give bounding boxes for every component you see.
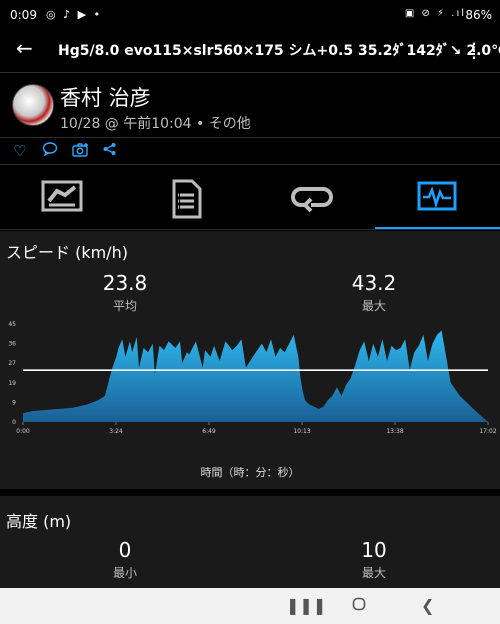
speed-section-title: スピード (km/h) bbox=[6, 243, 128, 262]
tab-charts[interactable] bbox=[375, 165, 500, 229]
recents-icon[interactable]: ❚❚❚ bbox=[286, 596, 326, 615]
y-tick-label: 9 bbox=[12, 399, 16, 406]
x-tick-label: 17:02 bbox=[479, 428, 496, 435]
y-tick-label: 19 bbox=[8, 380, 16, 387]
tab-details[interactable] bbox=[125, 165, 250, 229]
x-tick-label: 10:13 bbox=[293, 428, 310, 435]
tab-summary[interactable] bbox=[0, 165, 125, 229]
system-icons: ▣ ⊘ ⚡ .ıl bbox=[404, 8, 466, 19]
divider bbox=[0, 229, 500, 230]
altitude-min: 0 最小 bbox=[50, 538, 200, 581]
speed-avg-label: 平均 bbox=[112, 299, 137, 313]
altitude-min-label: 最小 bbox=[112, 566, 137, 580]
speed-max-label: 最大 bbox=[361, 299, 386, 313]
arrow-left-icon[interactable]: ← bbox=[16, 36, 33, 60]
action-bar: ♡ bbox=[0, 142, 500, 164]
laps-icon bbox=[291, 187, 333, 213]
speed-chart: 0 9 19 27 36 45 0:00 3:24 6:49 10:13 13:38 17:02 bbox=[8, 321, 496, 435]
speed-avg-value: 23.8 bbox=[102, 271, 148, 295]
tab-bar bbox=[0, 165, 500, 229]
app-bar: ← Hg5/8.0 evo115×slr560×175 シム+0.5 35.2ﾀ… bbox=[0, 30, 500, 70]
status-bar: 0:09 ◎ ♪ ▶ • ▣ ⊘ ⚡ .ıl 86% bbox=[0, 0, 500, 30]
speed-area-series bbox=[23, 330, 488, 422]
altitude-section: 高度 (m) 0 最小 10 最大 bbox=[0, 496, 500, 588]
tab-laps[interactable] bbox=[250, 165, 375, 229]
divider bbox=[0, 137, 500, 138]
status-time: 0:09 bbox=[10, 8, 37, 22]
back-nav-icon[interactable]: ❮ bbox=[421, 596, 434, 615]
share-icon[interactable] bbox=[102, 142, 117, 160]
altitude-max: 10 最大 bbox=[299, 538, 449, 581]
y-tick-label: 0 bbox=[12, 419, 16, 426]
user-name: 香村 治彦 bbox=[60, 86, 151, 110]
speed-max: 43.2 最大 bbox=[299, 271, 449, 314]
comment-icon[interactable] bbox=[42, 142, 58, 160]
home-icon[interactable] bbox=[352, 596, 366, 615]
activity-title: Hg5/8.0 evo115×slr560×175 シム+0.5 35.2ﾀﾞ1… bbox=[58, 43, 500, 59]
heart-icon[interactable]: ♡ bbox=[13, 142, 26, 160]
divider bbox=[0, 72, 500, 73]
x-tick-label: 3:24 bbox=[109, 428, 123, 435]
notification-icons: ◎ ♪ ▶ • bbox=[46, 8, 103, 21]
speed-avg: 23.8 平均 bbox=[50, 271, 200, 314]
altitude-min-value: 0 bbox=[118, 538, 132, 562]
document-icon bbox=[172, 179, 202, 219]
y-tick-label: 45 bbox=[8, 321, 16, 328]
navigation-bar: ❚❚❚ ❮ bbox=[0, 588, 500, 624]
y-tick-label: 27 bbox=[8, 360, 16, 367]
chart-icon bbox=[417, 181, 457, 211]
speed-max-value: 43.2 bbox=[351, 271, 397, 295]
activity-meta: 10/28 @ 午前10:04 • その他 bbox=[60, 116, 251, 132]
x-tick-label: 0:00 bbox=[16, 428, 30, 435]
x-axis-title: 時間（時：分：秒） bbox=[200, 466, 300, 479]
more-vert-icon[interactable]: ⋮ bbox=[464, 38, 484, 62]
x-tick-label: 13:38 bbox=[386, 428, 403, 435]
camera-add-icon[interactable] bbox=[72, 142, 89, 161]
summary-icon bbox=[41, 180, 83, 212]
y-tick-label: 36 bbox=[8, 341, 16, 348]
altitude-max-label: 最大 bbox=[361, 566, 386, 580]
altitude-section-title: 高度 (m) bbox=[6, 512, 72, 531]
battery-level: 86% bbox=[465, 8, 492, 22]
altitude-max-value: 10 bbox=[361, 538, 387, 562]
x-tick-label: 6:49 bbox=[202, 428, 216, 435]
avatar[interactable] bbox=[12, 84, 54, 126]
